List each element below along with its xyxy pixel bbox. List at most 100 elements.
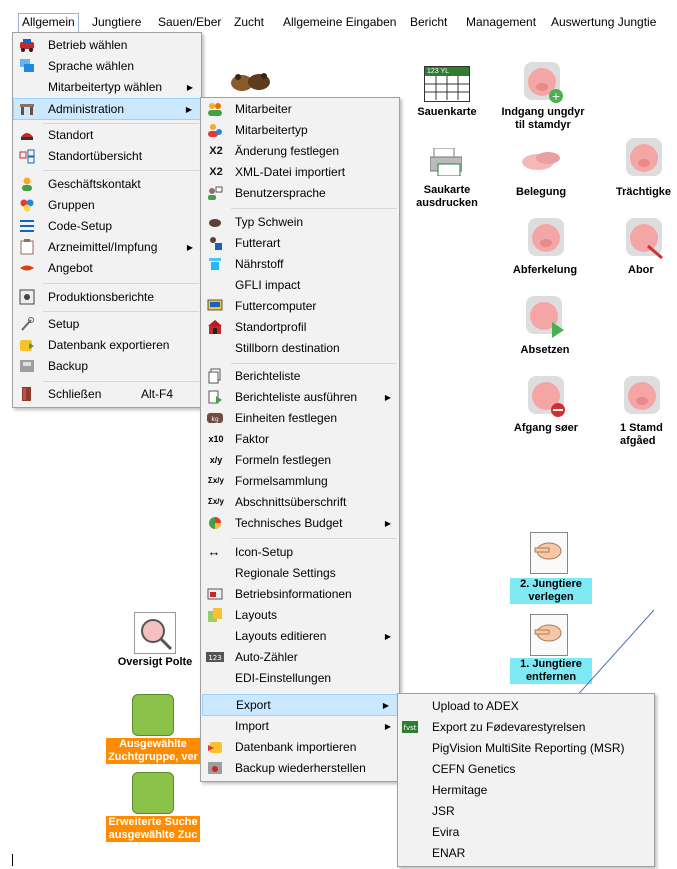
menu-item-formeln-festlegen[interactable]: x/y Formeln festlegen — [201, 450, 399, 471]
menu-item-standortprofil[interactable]: Standortprofil — [201, 317, 399, 338]
menu-item-xml-datei-importiert[interactable]: X2 XML-Datei importiert — [201, 162, 399, 183]
feed-computer-icon — [207, 298, 223, 314]
menu-item-auto-zaehler[interactable]: 123 Auto-Zähler — [201, 647, 399, 668]
menu-item-layouts-editieren[interactable]: Layouts editieren ▶ — [201, 626, 399, 647]
indgang-tile[interactable]: + Indgang ungdyr til stamdyr — [498, 60, 588, 136]
menu-item-setup[interactable]: Setup — [13, 314, 201, 335]
menu-zucht[interactable]: Zucht — [234, 14, 264, 31]
menu-bericht[interactable]: Bericht — [410, 14, 447, 31]
menu-item-upload-adex[interactable]: Upload to ADEX — [398, 696, 654, 717]
farm-info-icon — [207, 586, 223, 602]
menu-item-mitarbeitertyp[interactable]: Mitarbeitertyp — [201, 120, 399, 141]
menu-item-stillborn-destination[interactable]: Stillborn destination — [201, 338, 399, 359]
menu-item-technisches-budget[interactable]: Technisches Budget ▶ — [201, 513, 399, 534]
menu-item-berichteliste-ausfuehren[interactable]: Berichteliste ausführen ▶ — [201, 387, 399, 408]
menu-item-backup-wiederherstellen[interactable]: Backup wiederherstellen — [201, 758, 399, 779]
menu-item-cefn-genetics[interactable]: CEFN Genetics — [398, 759, 654, 780]
menu-item-aenderung-festlegen[interactable]: X2 Änderung festlegen — [201, 141, 399, 162]
menu-item-futterart[interactable]: Futterart — [201, 233, 399, 254]
stamd-label: 1 Stamd afgåed — [620, 422, 663, 447]
factor-icon: x10 — [208, 434, 224, 444]
menu-item-futtercomputer[interactable]: Futtercomputer — [201, 296, 399, 317]
menu-item-naehrstoff[interactable]: Nährstoff — [201, 254, 399, 275]
menu-item-standortuebersicht[interactable]: Standortübersicht — [13, 146, 201, 167]
menu-item-export[interactable]: Export ▶ — [202, 694, 398, 716]
menu-item-export-foedevarestyrelsen[interactable]: fvst Export zu Fødevarestyrelsen — [398, 717, 654, 738]
menu-item-standort[interactable]: Standort — [13, 125, 201, 146]
separator — [43, 283, 199, 284]
menu-item-betrieb-waehlen[interactable]: Betrieb wählen — [13, 35, 201, 56]
menu-allgemein[interactable]: Allgemein — [18, 13, 79, 33]
menu-item-datenbank-importieren[interactable]: Datenbank importieren — [201, 737, 399, 758]
stamd-tile[interactable]: 1 Stamd afgåed — [614, 374, 677, 454]
pig-forward-icon — [526, 296, 564, 338]
menu-item-sprache-waehlen[interactable]: Sprache wählen — [13, 56, 201, 77]
menu-item-hermitage[interactable]: Hermitage — [398, 780, 654, 801]
administration-submenu: Mitarbeiter Mitarbeitertyp X2 Änderung fe… — [200, 97, 400, 782]
menu-item-mitarbeitertyp-waehlen[interactable]: Mitarbeitertyp wählen ▶ — [13, 77, 201, 98]
clipboard-icon — [19, 239, 35, 255]
abferkelung-label: Abferkelung — [512, 264, 578, 276]
oversigt-tile[interactable]: Oversigt Polte — [112, 612, 198, 672]
pig-icon — [626, 138, 662, 176]
menu-item-mitarbeiter[interactable]: Mitarbeiter — [201, 99, 399, 120]
menu-auswertung-jungtiere[interactable]: Auswertung Jungtie — [551, 14, 656, 31]
svg-text:123: 123 — [208, 654, 221, 662]
menu-item-backup[interactable]: Backup — [13, 356, 201, 377]
saukarte-tile[interactable]: Saukarte ausdrucken — [410, 146, 484, 212]
menu-item-code-setup[interactable]: Code-Setup — [13, 216, 201, 237]
list-icon — [19, 218, 35, 234]
absetzen-label: Absetzen — [520, 344, 570, 356]
menu-item-administration[interactable]: Administration ▶ — [13, 98, 201, 120]
belegung-tile[interactable]: Belegung — [508, 140, 574, 200]
menu-jungtiere[interactable]: Jungtiere — [92, 14, 141, 31]
overview-icon — [19, 148, 35, 164]
abferkelung-tile[interactable]: Abferkelung — [508, 216, 582, 280]
menu-item-schliessen[interactable]: Schließen Alt-F4 — [13, 384, 201, 405]
menu-item-edi-einstellungen[interactable]: EDI-Einstellungen — [201, 668, 399, 689]
zuchtgruppe-tile[interactable]: Ausgewählte Zuchtgruppe, ver — [106, 694, 200, 766]
menu-item-regionale-settings[interactable]: Regionale Settings — [201, 563, 399, 584]
menu-item-pigvision-msr[interactable]: PigVision MultiSite Reporting (MSR) — [398, 738, 654, 759]
zuchtgruppe-label: Ausgewählte Zuchtgruppe, ver — [106, 738, 200, 764]
menu-item-datenbank-exportieren[interactable]: Datenbank exportieren — [13, 335, 201, 356]
green-square-icon — [132, 694, 174, 736]
units-icon: kg — [206, 410, 224, 426]
menu-item-gfli-impact[interactable]: GFLI impact — [201, 275, 399, 296]
menu-item-import[interactable]: Import ▶ — [201, 716, 399, 737]
menu-item-faktor[interactable]: x10 Faktor — [201, 429, 399, 450]
menu-item-evira[interactable]: Evira — [398, 822, 654, 843]
menu-item-benutzersprache[interactable]: Benutzersprache — [201, 183, 399, 204]
menu-item-jsr[interactable]: JSR — [398, 801, 654, 822]
absetzen-tile[interactable]: Absetzen — [512, 294, 578, 358]
menu-item-geschaeftskontakt[interactable]: Geschäftskontakt — [13, 174, 201, 195]
printer-icon — [429, 147, 463, 177]
menu-item-enar[interactable]: ENAR — [398, 843, 654, 864]
menu-item-formelsammlung[interactable]: Σx/y Formelsammlung — [201, 471, 399, 492]
menu-item-betriebsinformationen[interactable]: Betriebsinformationen — [201, 584, 399, 605]
menu-item-angebot[interactable]: Angebot — [13, 258, 201, 279]
shortcut-label: Alt-F4 — [141, 387, 174, 401]
menu-item-layouts[interactable]: Layouts — [201, 605, 399, 626]
abor-tile[interactable]: Abor — [618, 216, 677, 280]
menu-item-gruppen[interactable]: Gruppen — [13, 195, 201, 216]
menu-item-icon-setup[interactable]: ↔ Icon-Setup — [201, 542, 399, 563]
menu-item-abschnittsueberschrift[interactable]: Σx/y Abschnittsüberschrift — [201, 492, 399, 513]
menu-management[interactable]: Management — [466, 14, 536, 31]
menu-item-produktionsberichte[interactable]: Produktionsberichte — [13, 287, 201, 308]
erweiterte-suche-tile[interactable]: Erweiterte Suche ausgewählte Zuc — [106, 772, 200, 844]
menu-item-arzneimittel-impfung[interactable]: Arzneimittel/Impfung ▶ — [13, 237, 201, 258]
menu-allgemeine-eingaben[interactable]: Allgemeine Eingaben — [283, 14, 396, 31]
menu-item-berichteliste[interactable]: Berichteliste — [201, 366, 399, 387]
submenu-arrow-icon: ▶ — [384, 632, 391, 641]
traechtig-tile[interactable]: Trächtigke — [612, 136, 677, 202]
menu-sauen-eber[interactable]: Sauen/Eber — [158, 14, 221, 31]
pig-pair-icon — [522, 152, 560, 170]
sauenkarte-tile[interactable]: 123 YL Sauenkarte — [412, 66, 482, 126]
jungtiere-verlegen-tile[interactable]: 2. Jungtiere verlegen — [510, 532, 592, 606]
pig-type-icon — [207, 214, 223, 230]
menu-item-einheiten-festlegen[interactable]: kg Einheiten festlegen — [201, 408, 399, 429]
afgang-tile[interactable]: Afgang søer — [506, 374, 586, 438]
menu-item-typ-schwein[interactable]: Typ Schwein — [201, 212, 399, 233]
svg-text:kg: kg — [211, 416, 218, 423]
